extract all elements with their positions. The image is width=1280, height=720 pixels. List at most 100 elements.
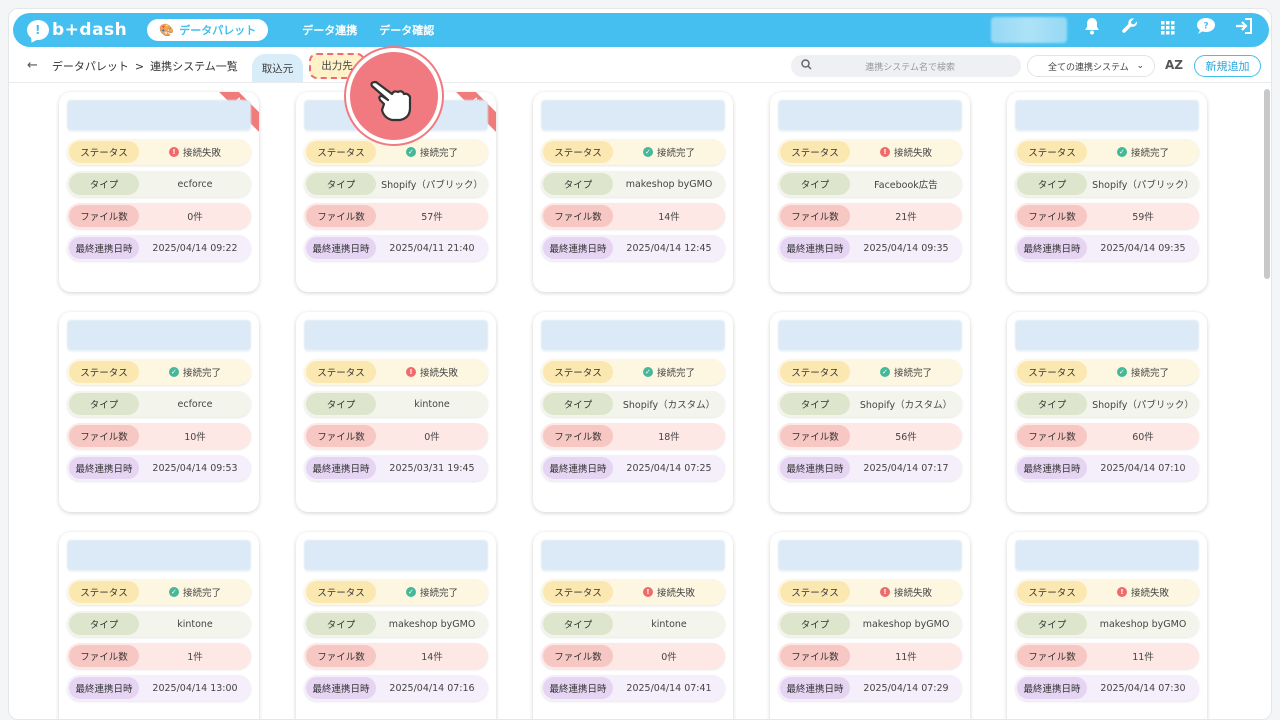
wrench-icon[interactable] [1119,13,1141,47]
system-filter-select[interactable]: 全ての連携システム ⌄ [1027,55,1155,77]
add-new-button[interactable]: 新規追加 [1194,55,1261,77]
error-circle-icon: ! [1116,587,1127,597]
type-label: タイプ [543,173,613,195]
type-row: タイプ kintone [67,611,251,637]
last-sync-label: 最終連携日時 [780,457,850,479]
files-label: ファイル数 [69,425,139,447]
files-label: ファイル数 [306,205,376,227]
account-info-blurred[interactable] [991,17,1067,43]
files-value: 10件 [184,432,206,443]
type-label: タイプ [1017,393,1087,415]
system-card[interactable]: ステータス ✓ 接続完了 タイプ makeshop byGMO ファイル数 14… [296,532,496,719]
type-value: makeshop byGMO [388,618,476,630]
type-value: makeshop byGMO [1099,618,1187,630]
type-label: タイプ [543,393,613,415]
back-arrow-icon[interactable]: ← [27,58,38,73]
type-row: タイプ makeshop byGMO [541,171,725,197]
type-label: タイプ [780,613,850,635]
nav-item-data-check[interactable]: データ確認 [379,22,434,38]
status-value: ! 接続失敗 [613,585,725,599]
files-row: ファイル数 18件 [541,423,725,449]
files-row: ファイル数 60件 [1015,423,1199,449]
system-card[interactable]: ステータス ✓ 接続完了 タイプ Shopify（パブリック） ファイル数 59… [1007,92,1207,292]
check-circle-icon: ✓ [879,367,890,377]
scrollbar[interactable] [1264,89,1270,279]
files-label: ファイル数 [306,645,376,667]
last-sync-value: 2025/04/14 09:53 [152,462,238,474]
last-sync-row: 最終連携日時 2025/04/14 12:45 [541,235,725,261]
type-value: Facebook広告 [874,180,938,191]
top-icons: ? [1081,13,1255,47]
files-value: 56件 [895,432,917,443]
tab-import[interactable]: 取込元 [251,54,304,82]
last-sync-row: 最終連携日時 2025/03/31 19:45 [304,455,488,481]
type-label: タイプ [780,173,850,195]
status-row: ステータス ✓ 接続完了 [541,139,725,165]
last-sync-row: 最終連携日時 2025/04/14 07:10 [1015,455,1199,481]
system-card[interactable]: ステータス ! 接続失敗 タイプ makeshop byGMO ファイル数 11… [770,532,970,719]
search-input[interactable]: 連携システム名で検索 [791,55,1021,77]
type-row: タイプ makeshop byGMO [304,611,488,637]
nav-item-label: データパレット [179,24,257,37]
files-label: ファイル数 [1017,425,1087,447]
last-sync-label: 最終連携日時 [1017,457,1087,479]
system-card[interactable]: NEW ステータス ! 接続失敗 タイプ ecforce ファイル数 0件 最終… [59,92,259,292]
type-label: タイプ [69,613,139,635]
status-text: 接続失敗 [419,368,458,379]
breadcrumb-item[interactable]: データパレット [52,60,129,73]
sort-az-icon[interactable]: AZ [1165,58,1183,72]
status-value: ✓ 接続完了 [139,585,251,599]
card-title-blurred [778,540,962,570]
files-row: ファイル数 11件 [1015,643,1199,669]
system-card[interactable]: ステータス ✓ 接続完了 タイプ makeshop byGMO ファイル数 14… [533,92,733,292]
status-row: ステータス ✓ 接続完了 [67,359,251,385]
card-title-blurred [1015,540,1199,570]
type-row: タイプ ecforce [67,391,251,417]
status-value: ✓ 接続完了 [613,365,725,379]
logo[interactable]: ! b+dash [27,20,127,40]
search-icon [801,59,812,73]
files-value: 21件 [895,212,917,223]
files-row: ファイル数 59件 [1015,203,1199,229]
status-value: ! 接続失敗 [139,145,251,159]
last-sync-label: 最終連携日時 [306,677,376,699]
nav-item-data-palette[interactable]: 🎨 データパレット [147,19,269,41]
files-value: 11件 [895,652,917,663]
last-sync-label: 最終連携日時 [69,677,139,699]
system-card[interactable]: ステータス ! 接続失敗 タイプ makeshop byGMO ファイル数 11… [1007,532,1207,719]
grid-apps-icon[interactable] [1157,13,1179,47]
card-title-blurred [67,540,251,570]
status-value: ! 接続失敗 [850,585,962,599]
nav-item-data-integration[interactable]: データ連携 [302,22,357,38]
files-value: 0件 [661,652,677,663]
last-sync-row: 最終連携日時 2025/04/14 07:29 [778,675,962,701]
type-value: Shopify（パブリック） [1092,180,1194,191]
files-label: ファイル数 [780,425,850,447]
system-card[interactable]: ステータス ✓ 接続完了 タイプ ecforce ファイル数 10件 最終連携日… [59,312,259,512]
last-sync-row: 最終連携日時 2025/04/14 07:16 [304,675,488,701]
system-card[interactable]: ステータス ! 接続失敗 タイプ kintone ファイル数 0件 最終連携日時… [296,312,496,512]
type-value: Shopify（パブリック） [381,180,483,191]
logout-icon[interactable] [1233,13,1255,47]
system-card[interactable]: ステータス ! 接続失敗 タイプ kintone ファイル数 0件 最終連携日時… [533,532,733,719]
system-card[interactable]: ステータス ✓ 接続完了 タイプ Shopify（カスタム） ファイル数 56件… [770,312,970,512]
status-text: 接続失敗 [893,588,932,599]
last-sync-label: 最終連携日時 [306,457,376,479]
help-chat-icon[interactable]: ? [1195,13,1217,47]
status-value: ✓ 接続完了 [1087,145,1199,159]
type-value: ecforce [177,398,213,410]
system-card[interactable]: ステータス ✓ 接続完了 タイプ Shopify（カスタム） ファイル数 18件… [533,312,733,512]
files-row: ファイル数 1件 [67,643,251,669]
bell-icon[interactable] [1081,13,1103,47]
files-value: 0件 [187,212,203,223]
system-card[interactable]: ステータス ✓ 接続完了 タイプ Shopify（パブリック） ファイル数 60… [1007,312,1207,512]
system-card[interactable]: ステータス ! 接続失敗 タイプ Facebook広告 ファイル数 21件 最終… [770,92,970,292]
system-card[interactable]: ステータス ✓ 接続完了 タイプ kintone ファイル数 1件 最終連携日時… [59,532,259,719]
files-value: 57件 [421,212,443,223]
last-sync-row: 最終連携日時 2025/04/14 07:41 [541,675,725,701]
last-sync-value: 2025/04/14 07:30 [1100,682,1186,694]
card-title-blurred [67,100,251,130]
last-sync-value: 2025/03/31 19:45 [389,462,475,474]
check-circle-icon: ✓ [405,587,416,597]
type-row: タイプ makeshop byGMO [1015,611,1199,637]
